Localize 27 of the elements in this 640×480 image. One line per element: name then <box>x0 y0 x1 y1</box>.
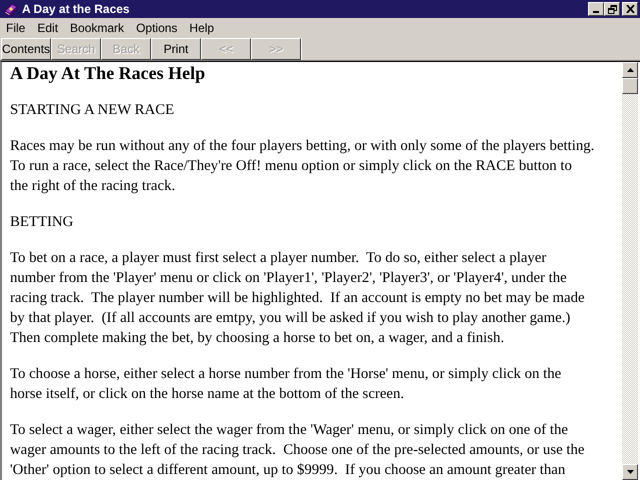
menu-item[interactable]: Edit <box>31 20 64 34</box>
close-button[interactable] <box>622 2 638 16</box>
restore-icon <box>608 4 616 14</box>
scroll-up-button[interactable] <box>622 62 638 78</box>
help-text: BETTING <box>10 213 74 232</box>
menu-item[interactable]: File <box>0 20 32 34</box>
help-text: STARTING A NEW RACE <box>10 101 176 120</box>
scroll-down-button[interactable] <box>622 464 638 480</box>
menu-item[interactable]: Help <box>183 20 220 34</box>
book-icon <box>3 1 19 17</box>
help-heading: A Day At The Races Help <box>10 62 206 84</box>
down-arrow-icon <box>626 470 634 474</box>
minimize-button[interactable] <box>588 2 604 16</box>
menu-item[interactable]: Options <box>130 20 184 34</box>
menu-item[interactable]: Bookmark <box>64 20 130 34</box>
help-text: Races may be run without any of the four players betting, or with only some of the players betting. To run a race, select the Race/They're Off! menu option or simply click on the RACE button to the right of the racing track. <box>10 137 596 196</box>
window-title: A Day at the Races <box>22 2 131 16</box>
up-arrow-icon <box>626 68 634 72</box>
toolbar-button[interactable]: Contents <box>1 38 51 60</box>
toolbar-button[interactable]: Print <box>151 38 201 60</box>
scroll-thumb[interactable] <box>622 78 638 94</box>
help-text: To bet on a race, a player must first select a player number. To do so, either select a player number from the 'Player' menu or click on 'Player1', 'Player2', 'Player3', or 'Player4', under the racing track. The player number will be highlighted. If an account is empty no bet may be made by that player. (If all accounts are emtpy, you will be asked if you wish to play another game.) Then complete making the bet, by choosing a horse to bet on, a wager, and a finish. <box>10 249 586 348</box>
help-text: To choose a horse, either select a horse number from the 'Horse' menu, or simply click on the horse itself, or click on the horse name at the bottom of the screen. <box>10 365 562 404</box>
help-text: To select a wager, either select the wager from the 'Wager' menu, or simply click on one of the wager amounts to the left of the racing track. Choose one of the pre-selected amounts, or use the 'Other' option to select a different amount, up to $9999. If you choose an amount greater than <box>10 421 586 480</box>
close-icon <box>626 5 634 13</box>
vertical-scrollbar[interactable] <box>622 62 638 480</box>
restore-button[interactable] <box>604 2 620 16</box>
